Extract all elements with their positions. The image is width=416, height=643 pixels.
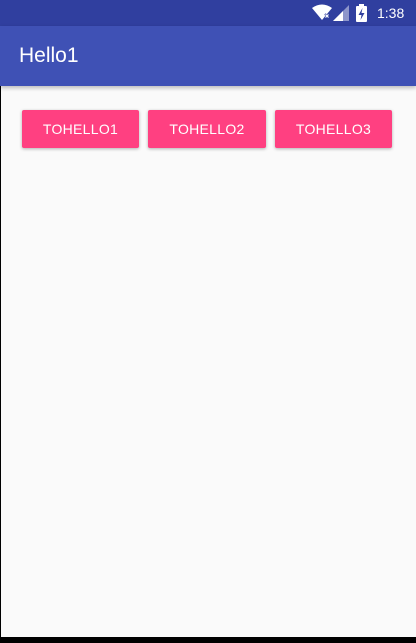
battery-charging-icon <box>356 4 367 22</box>
to-hello3-button[interactable]: TOHELLO3 <box>275 110 392 148</box>
signal-icon <box>333 5 349 21</box>
to-hello1-button[interactable]: TOHELLO1 <box>22 110 139 148</box>
status-bar: 1:38 <box>0 0 416 26</box>
app-bar: Hello1 <box>0 26 416 86</box>
to-hello2-button[interactable]: TOHELLO2 <box>148 110 266 148</box>
wifi-icon <box>312 4 332 20</box>
status-time: 1:38 <box>377 5 405 21</box>
navigation-bar <box>0 637 416 643</box>
screen-edge <box>0 0 1 643</box>
app-screen: 1:38 Hello1 TOHELLO1 TOHELLO2 TOHELLO3 <box>0 0 416 643</box>
app-title: Hello1 <box>19 44 79 67</box>
